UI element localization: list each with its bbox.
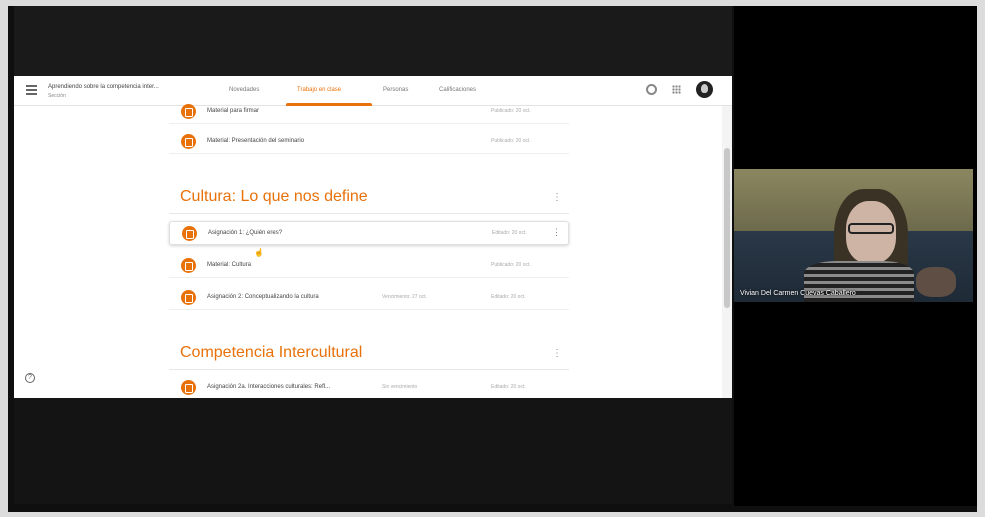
item-title: Material: Presentación del seminario [207, 138, 305, 144]
item-date: Publicado: 20 oct. [491, 262, 531, 268]
shared-screen-classroom: Aprendiendo sobre la competencia inter..… [14, 76, 732, 398]
list-item[interactable]: Asignación 2: Conceptualizando la cultur… [169, 286, 569, 310]
material-icon [181, 104, 196, 119]
section-title: Competencia Intercultural [180, 344, 363, 361]
avatar[interactable] [696, 81, 713, 98]
tab-personas[interactable]: Personas [383, 87, 408, 93]
tab-calificaciones[interactable]: Calificaciones [439, 87, 476, 93]
material-icon [181, 134, 196, 149]
list-item[interactable]: Material: Cultura Publicado: 20 oct. [169, 254, 569, 278]
item-title: Asignación 2: Conceptualizando la cultur… [207, 294, 319, 300]
screen-share-bottom-margin [14, 398, 732, 504]
more-vert-icon[interactable]: ⋮ [552, 227, 561, 238]
section-divider [169, 369, 569, 370]
list-item[interactable]: Material para firmar Publicado: 20 oct. [169, 100, 569, 124]
item-title: Material para firmar [207, 108, 260, 114]
assignment-icon [182, 226, 197, 241]
scrollbar-thumb[interactable] [724, 148, 730, 308]
item-date: Editado: 20 oct. [491, 294, 526, 300]
menu-icon[interactable] [26, 85, 37, 95]
list-item[interactable]: Asignación 2a. Interacciones culturales:… [169, 376, 569, 398]
participant-video[interactable]: Vivian Del Carmen Cuevas Caballero [734, 169, 973, 302]
more-vert-icon[interactable]: ⋮ [552, 192, 562, 203]
help-icon[interactable]: ? [25, 373, 35, 383]
material-icon [181, 258, 196, 273]
item-due: Sin vencimiento [382, 384, 418, 390]
class-section: Sección [48, 93, 66, 99]
tab-novedades[interactable]: Novedades [229, 87, 259, 93]
apps-icon[interactable] [672, 85, 681, 94]
section-title: Cultura: Lo que nos define [180, 188, 368, 205]
mouse-cursor-icon: ☝ [254, 248, 264, 257]
list-item[interactable]: Material: Presentación del seminario Pub… [169, 130, 569, 154]
item-title: Asignación 1: ¿Quién eres? [208, 230, 283, 236]
item-due: Vencimiento: 27 oct. [382, 294, 428, 300]
class-title[interactable]: Aprendiendo sobre la competencia inter..… [48, 84, 159, 90]
glasses-icon [848, 223, 894, 234]
more-vert-icon[interactable]: ⋮ [552, 348, 562, 359]
list-item[interactable]: Asignación 1: ¿Quién eres? Editado: 20 o… [169, 221, 569, 245]
assignment-icon [181, 380, 196, 395]
gear-icon[interactable] [646, 84, 657, 95]
participant-name: Vivian Del Carmen Cuevas Caballero [740, 290, 856, 297]
tab-trabajo-en-clase[interactable]: Trabajo en clase [297, 87, 341, 93]
item-title: Material: Cultura [207, 262, 252, 268]
item-date: Editado: 20 oct. [492, 230, 527, 236]
item-date: Editado: 20 oct. [491, 384, 526, 390]
screen-share-top-margin [14, 6, 732, 76]
item-title: Asignación 2a. Interacciones culturales:… [207, 384, 331, 390]
participant-hand [916, 267, 956, 297]
assignment-icon [181, 290, 196, 305]
section-divider [169, 213, 569, 214]
item-date: Publicado: 20 oct. [491, 108, 531, 114]
item-date: Publicado: 20 oct. [491, 138, 531, 144]
